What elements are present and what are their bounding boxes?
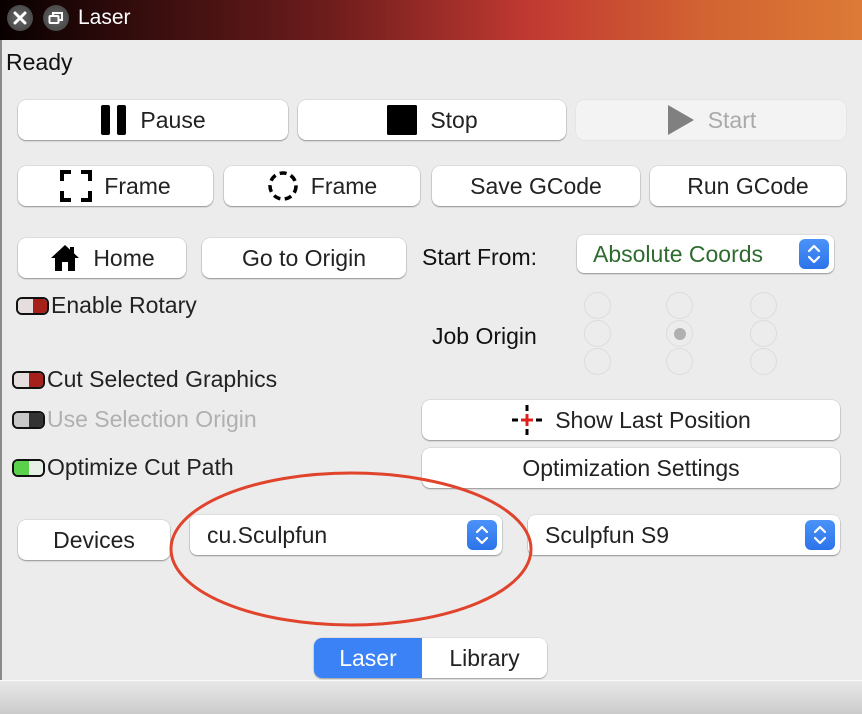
toggle-disabled-icon xyxy=(12,410,45,429)
job-origin-label: Job Origin xyxy=(432,323,537,349)
job-origin-bottom-right[interactable] xyxy=(750,348,777,375)
run-gcode-label: Run GCode xyxy=(687,172,809,199)
go-to-origin-label: Go to Origin xyxy=(242,244,366,271)
go-to-origin-button[interactable]: Go to Origin xyxy=(202,238,406,278)
home-label: Home xyxy=(93,244,155,271)
frame-circle-button[interactable]: Frame xyxy=(224,166,420,206)
title-bar: Laser xyxy=(0,0,862,40)
play-icon xyxy=(666,103,696,137)
job-origin-top-left[interactable] xyxy=(584,292,611,319)
close-button[interactable] xyxy=(7,5,33,31)
window-title: Laser xyxy=(78,6,131,29)
start-from-label: Start From: xyxy=(422,244,538,270)
enable-rotary-label: Enable Rotary xyxy=(51,292,197,318)
cut-selected-graphics-toggle[interactable]: Cut Selected Graphics xyxy=(12,366,277,393)
job-origin-top-center[interactable] xyxy=(666,292,693,319)
frame-rect-label: Frame xyxy=(104,172,171,199)
save-gcode-label: Save GCode xyxy=(470,172,602,199)
select-stepper-icon xyxy=(467,520,497,550)
select-stepper-icon xyxy=(805,520,835,550)
enable-rotary-toggle[interactable]: Enable Rotary xyxy=(16,292,197,319)
job-origin-middle-right[interactable] xyxy=(750,320,777,347)
job-origin-center[interactable] xyxy=(666,320,693,347)
optimization-settings-label: Optimization Settings xyxy=(522,454,740,481)
job-origin-middle-left[interactable] xyxy=(584,320,611,347)
status-text: Ready xyxy=(6,49,73,75)
job-origin-bottom-left[interactable] xyxy=(584,348,611,375)
home-button[interactable]: Home xyxy=(18,238,186,278)
profile-value: Sculpfun S9 xyxy=(545,521,670,548)
use-selection-origin-toggle[interactable]: Use Selection Origin xyxy=(12,406,257,433)
optimize-cut-path-label: Optimize Cut Path xyxy=(47,454,234,480)
window-border xyxy=(0,40,2,680)
close-icon xyxy=(13,11,27,25)
select-stepper-icon xyxy=(799,239,829,269)
toggle-off-icon xyxy=(16,296,49,315)
port-value: cu.Sculpfun xyxy=(207,521,328,548)
start-button[interactable]: Start xyxy=(576,100,846,140)
restore-icon xyxy=(48,12,63,24)
radio-selected-dot xyxy=(673,327,686,340)
show-last-position-button[interactable]: Show Last Position xyxy=(422,400,840,440)
profile-select[interactable]: Sculpfun S9 xyxy=(528,515,840,555)
run-gcode-button[interactable]: Run GCode xyxy=(650,166,846,206)
job-origin-bottom-center[interactable] xyxy=(666,348,693,375)
save-gcode-button[interactable]: Save GCode xyxy=(432,166,640,206)
home-icon xyxy=(49,243,81,273)
frame-circle-label: Frame xyxy=(310,172,378,199)
stop-icon xyxy=(386,104,418,136)
restore-button[interactable] xyxy=(43,5,69,31)
optimization-settings-button[interactable]: Optimization Settings xyxy=(422,448,840,488)
job-origin-top-right[interactable] xyxy=(750,292,777,319)
window-bottom-edge xyxy=(0,680,862,714)
devices-label: Devices xyxy=(53,526,135,553)
tab-laser[interactable]: Laser xyxy=(314,638,422,678)
devices-button[interactable]: Devices xyxy=(18,520,170,560)
use-selection-origin-label: Use Selection Origin xyxy=(47,406,257,432)
stop-button[interactable]: Stop xyxy=(298,100,566,140)
cut-selected-graphics-label: Cut Selected Graphics xyxy=(47,366,278,392)
frame-circle-icon xyxy=(267,170,299,202)
port-select[interactable]: cu.Sculpfun xyxy=(190,515,502,555)
start-from-select[interactable]: Absolute Coords xyxy=(577,235,834,273)
optimize-cut-path-toggle[interactable]: Optimize Cut Path xyxy=(12,454,234,481)
frame-rect-button[interactable]: Frame xyxy=(18,166,213,206)
toggle-off-icon xyxy=(12,370,45,389)
tab-library[interactable]: Library xyxy=(422,638,547,678)
bottom-tabs: Laser Library xyxy=(314,638,547,678)
pause-label: Pause xyxy=(140,106,206,133)
toggle-on-icon xyxy=(12,458,45,477)
start-from-value: Absolute Coords xyxy=(593,240,764,267)
pause-icon xyxy=(100,104,128,136)
frame-rect-icon xyxy=(60,170,93,202)
stop-label: Stop xyxy=(430,106,478,133)
start-label: Start xyxy=(707,106,757,133)
crosshair-icon xyxy=(511,404,543,436)
show-last-position-label: Show Last Position xyxy=(555,406,751,433)
pause-button[interactable]: Pause xyxy=(18,100,288,140)
